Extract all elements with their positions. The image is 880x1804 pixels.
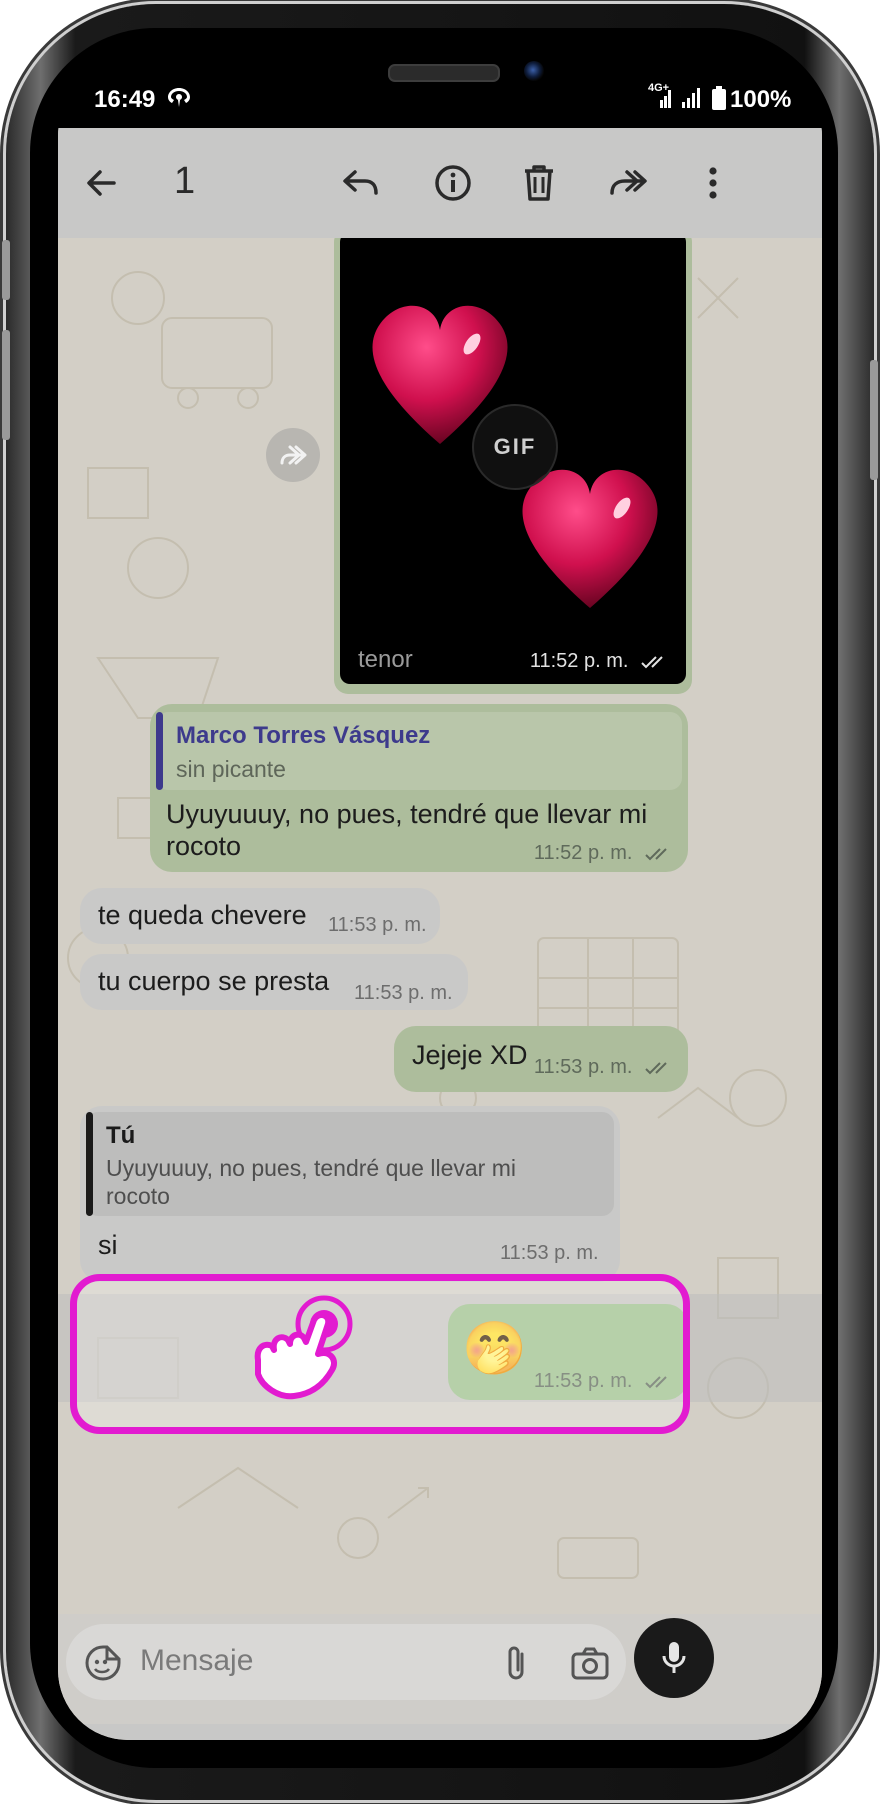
- message-time: 11:53 p. m.: [354, 982, 453, 1004]
- wifi-icon: [168, 88, 190, 107]
- volume-button: [2, 330, 10, 440]
- incoming-message-bubble[interactable]: tu cuerpo se presta 11:53 p. m.: [80, 954, 468, 1010]
- message-time: 11:52 p. m.: [534, 842, 674, 865]
- microphone-button[interactable]: [634, 1618, 714, 1698]
- double-check-icon: [645, 1062, 667, 1075]
- battery-level: 100%: [730, 86, 792, 113]
- phone-screen: 16:49 4G+ 100% 1 GIF tenor 11:52 p. m. M…: [58, 66, 822, 1740]
- message-input[interactable]: Mensaje: [66, 1624, 626, 1700]
- tap-gesture-hand-icon: [254, 1295, 353, 1400]
- double-check-icon: [645, 848, 667, 861]
- reply-icon[interactable]: [336, 158, 386, 208]
- camera-icon[interactable]: [570, 1646, 610, 1680]
- delete-icon[interactable]: [514, 158, 564, 208]
- earpiece-speaker: [388, 64, 500, 82]
- compose-bar: Mensaje: [58, 1614, 822, 1724]
- incoming-message-bubble[interactable]: te queda chevere 11:53 p. m.: [80, 888, 440, 944]
- message-text: Jejeje XD: [412, 1040, 528, 1070]
- status-time: 16:49: [94, 86, 156, 113]
- whatsapp-chat: 1 GIF tenor 11:52 p. m. Marco Torres Vás…: [58, 128, 822, 1740]
- attach-icon[interactable]: [502, 1644, 532, 1684]
- microphone-icon: [662, 1642, 686, 1673]
- message-text: tu cuerpo se presta: [98, 966, 330, 996]
- message-time: 11:53 p. m.: [328, 914, 427, 936]
- quoted-message[interactable]: Tú Uyuyuuuy, no pues, tendré que llevar …: [86, 1112, 614, 1216]
- quote-text: Uyuyuuuy, no pues, tendré que llevar mi …: [106, 1155, 516, 1209]
- power-button: [870, 360, 878, 480]
- quote-text: sin picante: [176, 756, 286, 782]
- outgoing-message-bubble[interactable]: Jejeje XD 11:53 p. m.: [394, 1026, 688, 1092]
- incoming-reply-bubble[interactable]: Tú Uyuyuuuy, no pues, tendré que llevar …: [80, 1106, 620, 1282]
- message-time: 11:53 p. m.: [534, 1056, 674, 1079]
- gif-message[interactable]: GIF tenor 11:52 p. m.: [340, 238, 686, 684]
- quote-accent-bar: [156, 712, 163, 790]
- message-time: 11:53 p. m.: [500, 1242, 599, 1264]
- message-text: te queda chevere: [98, 900, 307, 930]
- message-text: si: [98, 1230, 118, 1260]
- android-nav-bar: [58, 1724, 822, 1740]
- more-options-icon[interactable]: [688, 158, 738, 208]
- tap-highlight-box: [70, 1274, 690, 1434]
- cell-signal-icon: [660, 90, 671, 108]
- quote-author: Marco Torres Vásquez: [176, 722, 431, 749]
- quote-accent-bar: [86, 1112, 93, 1216]
- info-icon[interactable]: [428, 158, 478, 208]
- forward-shortcut-button[interactable]: [266, 428, 320, 482]
- sticker-icon[interactable]: [84, 1644, 122, 1682]
- message-placeholder: Mensaje: [140, 1644, 254, 1677]
- gif-watermark: tenor: [358, 646, 413, 673]
- message-list[interactable]: GIF tenor 11:52 p. m. Marco Torres Vásqu…: [58, 238, 822, 1614]
- quote-author: Tú: [106, 1122, 136, 1149]
- gif-badge[interactable]: GIF: [472, 404, 558, 490]
- message-time: 11:52 p. m.: [530, 650, 670, 673]
- front-camera: [524, 61, 544, 81]
- cell-signal-icon: [682, 88, 700, 108]
- selected-count: 1: [174, 160, 196, 202]
- quoted-message[interactable]: Marco Torres Vásquez sin picante: [156, 712, 682, 790]
- double-check-icon: [641, 656, 663, 669]
- selection-toolbar: 1: [58, 128, 822, 238]
- back-arrow-icon[interactable]: [76, 158, 126, 208]
- reply-message-bubble[interactable]: Marco Torres Vásquez sin picante Uyuyuuu…: [150, 704, 688, 872]
- battery-icon: [712, 86, 726, 110]
- forward-icon[interactable]: [602, 158, 652, 208]
- volume-button: [2, 240, 10, 300]
